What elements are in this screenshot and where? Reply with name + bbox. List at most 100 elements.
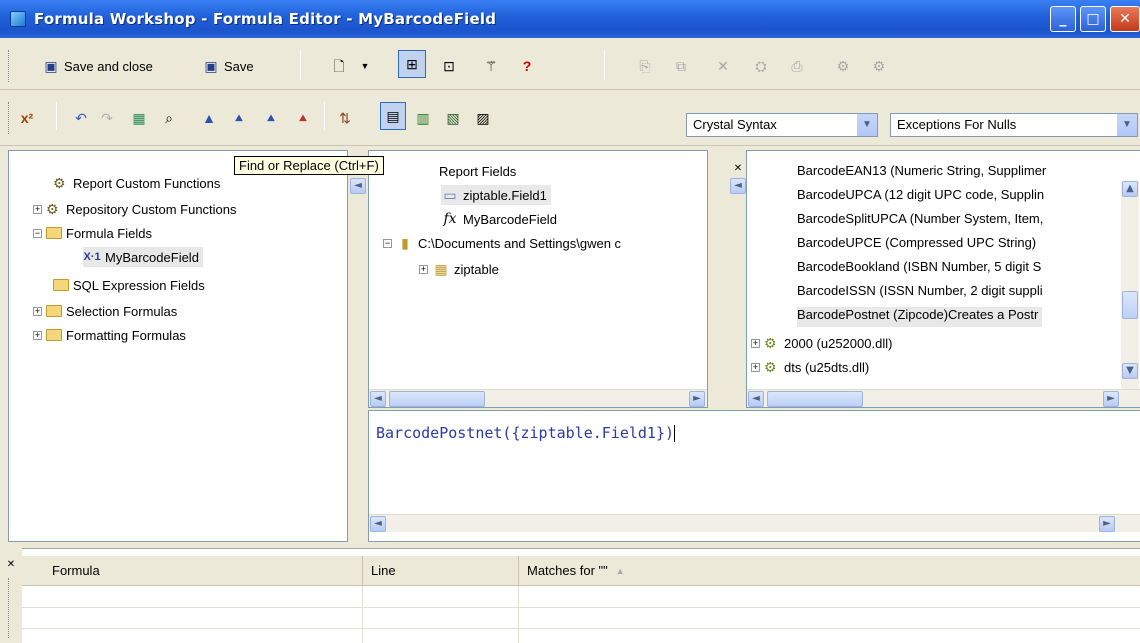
column-header-formula[interactable]: Formula xyxy=(22,556,362,586)
column-header-line[interactable]: Line xyxy=(362,556,518,586)
bookmark-icon: ▲ xyxy=(202,110,216,126)
formula-workshop-window: Formula Workshop - Formula Editor - MyBa… xyxy=(0,0,1140,643)
scroll-left-icon[interactable]: ◄ xyxy=(370,516,386,532)
close-button[interactable]: ✕ xyxy=(1110,6,1140,32)
chevron-down-icon[interactable]: ▼ xyxy=(1117,114,1137,136)
tree-item-function[interactable]: BarcodeUPCE (Compressed UPC String) xyxy=(797,235,1036,255)
scroll-down-icon[interactable]: ▼ xyxy=(1122,363,1138,379)
scroll-up-icon[interactable]: ▲ xyxy=(1122,181,1138,197)
toolbar-grip[interactable] xyxy=(8,50,11,82)
tree-item-function[interactable]: BarcodeBookland (ISBN Number, 5 digit S xyxy=(797,259,1041,279)
tree-item-selection-formulas[interactable]: + Selection Formulas xyxy=(33,301,177,321)
tree-item-label: dts (u25dts.dll) xyxy=(784,359,870,375)
tree-item-formatting-formulas[interactable]: + Formatting Formulas xyxy=(33,325,186,345)
new-dropdown-button[interactable]: ▼ xyxy=(356,52,374,80)
results-panel-gutter: ✕ xyxy=(0,548,22,643)
show-all-trees-button[interactable]: ▨ xyxy=(474,104,492,132)
workshop-tree[interactable]: ⚙ Report Custom Functions + ⚙ Repository… xyxy=(8,150,348,542)
scroll-thumb[interactable] xyxy=(1122,291,1138,319)
convert-button[interactable]: ⎙ xyxy=(788,52,806,80)
show-operator-tree-button[interactable]: ▧ xyxy=(444,104,462,132)
field-tree[interactable]: Report Fields ▭ ziptable.Field1 fx MyBar… xyxy=(368,150,708,408)
nulls-select[interactable]: Exceptions For Nulls ▼ xyxy=(890,113,1138,137)
chevron-down-icon[interactable]: ▼ xyxy=(857,114,877,136)
redo-button[interactable]: ↷ xyxy=(98,104,116,132)
duplicate-button[interactable]: ⧉ xyxy=(672,52,690,80)
tree-item-report-fields[interactable]: Report Fields xyxy=(439,161,516,181)
tree-item-report-custom-functions[interactable]: ⚙ Report Custom Functions xyxy=(53,173,220,193)
toggle-bookmark-button[interactable]: ▲ xyxy=(200,104,218,132)
sort-tree-button[interactable]: ⇅ xyxy=(336,104,354,132)
new-button[interactable]: 🗋 xyxy=(330,52,348,80)
help-button[interactable]: ? xyxy=(518,52,536,80)
collapse-icon[interactable]: − xyxy=(33,228,42,238)
previous-bookmark-button[interactable]: ⯅ xyxy=(262,104,280,132)
undo-button[interactable]: ↶ xyxy=(72,104,90,132)
toggle-tree-button[interactable]: ⊞ xyxy=(398,50,426,78)
close-pane-icon[interactable]: ✕ xyxy=(730,162,746,178)
editor-hscroll[interactable]: ◄ ► xyxy=(369,514,1140,532)
tree-item-function[interactable]: BarcodeSplitUPCA (Number System, Item, xyxy=(797,211,1043,231)
expert-button[interactable]: ⚚ xyxy=(482,52,500,80)
scroll-right-icon[interactable]: ► xyxy=(689,391,705,407)
function-tree-vscroll[interactable]: ▲ ▼ xyxy=(1121,181,1139,389)
vertical-splitter[interactable]: ✕ ◄ xyxy=(710,150,746,408)
tree-item-ziptable[interactable]: + ▦ ziptable xyxy=(419,259,499,279)
scroll-thumb[interactable] xyxy=(767,391,863,407)
show-field-tree-button[interactable]: ▤ xyxy=(380,102,406,130)
tree-item-mybarcodefield[interactable]: fx MyBarcodeField xyxy=(441,209,556,229)
tree-item-function[interactable]: BarcodeISSN (ISSN Number, 2 digit suppli xyxy=(797,283,1043,303)
save-button[interactable]: ▣ Save xyxy=(202,52,253,80)
expand-icon[interactable]: + xyxy=(751,362,760,372)
show-function-tree-button[interactable]: ▥ xyxy=(414,104,432,132)
panel-grip[interactable] xyxy=(8,578,11,638)
tree-item-function[interactable]: BarcodeUPCA (12 digit UPC code, Supplin xyxy=(797,187,1044,207)
expand-icon[interactable]: + xyxy=(33,306,42,316)
tree-item-function[interactable]: BarcodeEAN13 (Numeric String, Supplimer xyxy=(797,163,1046,183)
vertical-splitter[interactable]: ◄ xyxy=(350,150,366,542)
scroll-left-icon[interactable]: ◄ xyxy=(748,391,764,407)
formula-text[interactable]: BarcodePostnet({ziptable.Field1}) xyxy=(376,424,676,442)
options-button[interactable]: ⚙ xyxy=(870,52,888,80)
scroll-thumb[interactable] xyxy=(389,391,485,407)
tree-item-sql-expression-fields[interactable]: SQL Expression Fields xyxy=(53,275,205,295)
minimize-button[interactable]: _ xyxy=(1050,6,1076,32)
close-results-icon[interactable]: ✕ xyxy=(3,558,19,574)
expand-icon[interactable]: + xyxy=(33,204,42,214)
field-tree-hscroll[interactable]: ◄ ► xyxy=(369,389,707,407)
scroll-right-icon[interactable]: ► xyxy=(1099,516,1115,532)
toolbar-grip[interactable] xyxy=(8,102,11,134)
function-tree-hscroll[interactable]: ◄ ► xyxy=(747,389,1140,407)
tree-item-repository-custom-functions[interactable]: + ⚙ Repository Custom Functions xyxy=(33,199,237,219)
tree-item-mybarcodefield[interactable]: X·1 MyBarcodeField xyxy=(83,247,203,267)
function-tree[interactable]: BarcodeEAN13 (Numeric String, Supplimer … xyxy=(746,150,1140,408)
check-button[interactable]: x² xyxy=(18,104,36,132)
maximize-button[interactable]: □ xyxy=(1080,6,1106,32)
collapse-pane-icon[interactable]: ◄ xyxy=(730,178,746,194)
toggle-properties-button[interactable]: ⚙ xyxy=(834,52,852,80)
expand-icon[interactable]: + xyxy=(751,338,760,348)
column-header-matches[interactable]: Matches for "" ▲ xyxy=(518,556,1140,586)
scroll-right-icon[interactable]: ► xyxy=(1103,391,1119,407)
clear-bookmarks-button[interactable]: ⯅ xyxy=(294,104,312,132)
collapse-tree-icon[interactable]: ◄ xyxy=(350,178,366,194)
properties-button[interactable]: ⊡ xyxy=(440,52,458,80)
save-and-close-button[interactable]: ▣ Save and close xyxy=(42,52,153,80)
tree-item-ziptable-field1[interactable]: ▭ ziptable.Field1 xyxy=(441,185,551,205)
tree-item-library-dts[interactable]: + ⚙ dts (u25dts.dll) xyxy=(751,357,869,377)
browse-data-button[interactable]: ▦ xyxy=(130,104,148,132)
syntax-select[interactable]: Crystal Syntax ▼ xyxy=(686,113,878,137)
delete-button[interactable]: ✕ xyxy=(714,52,732,80)
add-to-repository-button[interactable]: ⛭ xyxy=(752,52,770,80)
rename-button[interactable]: ⎘ xyxy=(636,52,654,80)
find-replace-button[interactable]: ⌕ xyxy=(160,104,178,132)
expand-icon[interactable]: + xyxy=(33,330,42,340)
expand-icon[interactable]: + xyxy=(419,264,428,274)
collapse-icon[interactable]: − xyxy=(383,238,392,248)
next-bookmark-button[interactable]: ⯅ xyxy=(230,104,248,132)
scroll-left-icon[interactable]: ◄ xyxy=(370,391,386,407)
tree-item-database-path[interactable]: − ▮ C:\Documents and Settings\gwen c xyxy=(383,233,621,253)
tree-item-library-2000[interactable]: + ⚙ 2000 (u252000.dll) xyxy=(751,333,892,353)
tree-item-formula-fields[interactable]: − Formula Fields xyxy=(33,223,152,243)
tree-item-function-selected[interactable]: BarcodePostnet (Zipcode)Creates a Postr xyxy=(797,307,1043,327)
